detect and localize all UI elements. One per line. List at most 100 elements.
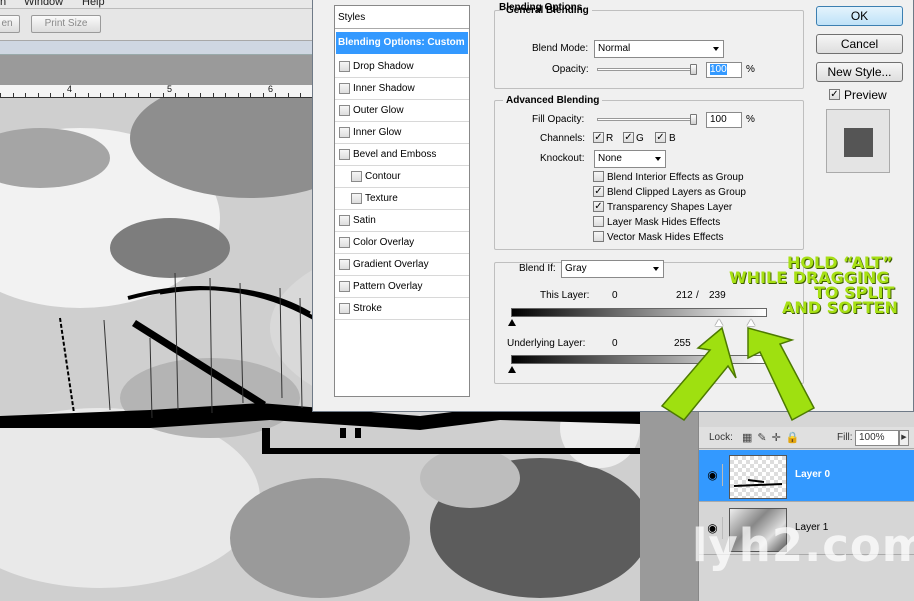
blend-mode-select[interactable]: Normal [594,40,724,58]
ruler-tick [113,93,114,97]
menu-item-edit[interactable]: n [0,0,6,8]
fill-label: Fill: [837,432,853,443]
style-label: Gradient Overlay [353,259,429,270]
style-checkbox[interactable] [351,171,362,182]
styles-item[interactable]: Contour [335,166,469,188]
opacity-slider-handle[interactable] [690,64,697,75]
advanced-option-checkbox[interactable] [593,216,604,227]
new-style-button[interactable]: New Style... [816,62,903,82]
style-checkbox[interactable] [339,127,350,138]
screen-button[interactable]: en [0,15,20,33]
ok-button[interactable]: OK [816,6,903,26]
this-layer-gradient[interactable] [511,308,767,317]
blend-if-label: Blend If: [519,263,556,274]
style-checkbox[interactable] [339,303,350,314]
blend-if-select[interactable]: Gray [561,260,664,278]
advanced-option-checkbox[interactable] [593,171,604,182]
this-layer-black-handle[interactable] [508,319,516,326]
ruler-tick [263,93,264,97]
print-size-button[interactable]: Print Size [31,15,101,33]
lock-label: Lock: [709,432,733,443]
fill-input[interactable]: 100% [855,430,899,446]
ruler-tick [13,93,14,97]
style-label: Drop Shadow [353,61,414,72]
knockout-select[interactable]: None [594,150,666,168]
style-checkbox[interactable] [339,105,350,116]
ruler-tick [0,93,1,97]
styles-item[interactable]: Pattern Overlay [335,276,469,298]
styles-item[interactable]: Inner Shadow [335,78,469,100]
fill-opacity-input[interactable]: 100 [706,112,742,128]
menu-item-help[interactable]: Help [82,0,105,8]
fill-arrow-icon[interactable]: ▶ [899,430,909,446]
advanced-option-checkbox[interactable] [593,231,604,242]
styles-item[interactable]: Inner Glow [335,122,469,144]
fill-opacity-slider-handle[interactable] [690,114,697,125]
channel-g-label: G [636,133,644,144]
ruler-tick [25,93,26,97]
channel-r-checkbox[interactable]: ✓ [593,132,604,143]
style-checkbox[interactable] [339,259,350,270]
opacity-label: Opacity: [552,64,589,75]
eye-icon[interactable]: ◉ [703,464,723,486]
style-checkbox[interactable] [339,237,350,248]
style-checkbox[interactable] [339,83,350,94]
channel-g-checkbox[interactable]: ✓ [623,132,634,143]
advanced-option-checkbox[interactable]: ✓ [593,186,604,197]
layers-panel: Lock: ▦✎✛🔒 Fill: 100% ▶ ◉ Layer 0 ◉ Laye… [698,410,914,601]
ruler-tick [63,93,64,97]
underlying-black-handle[interactable] [508,366,516,373]
ruler-tick [163,93,164,97]
lock-icons[interactable]: ▦✎✛🔒 [742,431,805,444]
opacity-input[interactable]: 100 [706,62,742,78]
style-label: Bevel and Emboss [353,149,437,160]
ruler-tick [200,93,201,97]
style-checkbox[interactable] [351,193,362,204]
styles-item[interactable]: Stroke [335,298,469,320]
ruler-tick [125,93,126,97]
style-checkbox[interactable] [339,281,350,292]
styles-list: Styles Blending Options: Custom Drop Sha… [334,5,470,397]
styles-item[interactable]: Outer Glow [335,100,469,122]
styles-item[interactable]: Gradient Overlay [335,254,469,276]
layer-style-dialog: Styles Blending Options: Custom Drop Sha… [312,0,914,412]
style-label: Outer Glow [353,105,404,116]
styles-item[interactable]: Bevel and Emboss [335,144,469,166]
options-bar: en Print Size [0,9,320,41]
blending-options-title: Blending Options [499,2,583,13]
layer-name[interactable]: Layer 0 [795,469,830,480]
cancel-button[interactable]: Cancel [816,34,903,54]
fill-opacity-slider[interactable] [597,118,697,121]
menu-item-window[interactable]: Window [24,0,63,8]
styles-item[interactable]: Color Overlay [335,232,469,254]
channel-b-checkbox[interactable]: ✓ [655,132,666,143]
ruler-tick [175,93,176,97]
document-title-bar [0,41,320,55]
ruler-tick [275,93,276,97]
styles-item-blending-options[interactable]: Blending Options: Custom [336,32,468,54]
style-checkbox[interactable] [339,61,350,72]
style-label: Contour [365,171,401,182]
watermark-text: lyh2.com [692,519,914,572]
preview-checkbox[interactable]: ✓ [829,89,840,100]
styles-item[interactable]: Satin [335,210,469,232]
hint-line-4: AND SOFTEN [782,298,898,317]
chevron-down-icon [653,267,659,271]
advanced-option-checkbox[interactable]: ✓ [593,201,604,212]
styles-item[interactable]: Texture [335,188,469,210]
opacity-unit: % [746,64,755,75]
style-checkbox[interactable] [339,215,350,226]
advanced-option-label: Transparency Shapes Layer [607,202,733,213]
styles-header[interactable]: Styles [335,6,469,29]
opacity-slider[interactable] [597,68,697,71]
style-checkbox[interactable] [339,149,350,160]
styles-item[interactable]: Drop Shadow [335,56,469,78]
ruler-tick [150,93,151,97]
annotation-arrows [660,326,816,422]
advanced-option-label: Vector Mask Hides Effects [607,232,724,243]
underlying-low: 0 [612,338,618,349]
layer-row-0[interactable]: ◉ Layer 0 [699,450,914,502]
channel-r-label: R [606,133,614,144]
menu-bar: n Window Help [0,0,320,9]
ruler-tick [188,93,189,97]
